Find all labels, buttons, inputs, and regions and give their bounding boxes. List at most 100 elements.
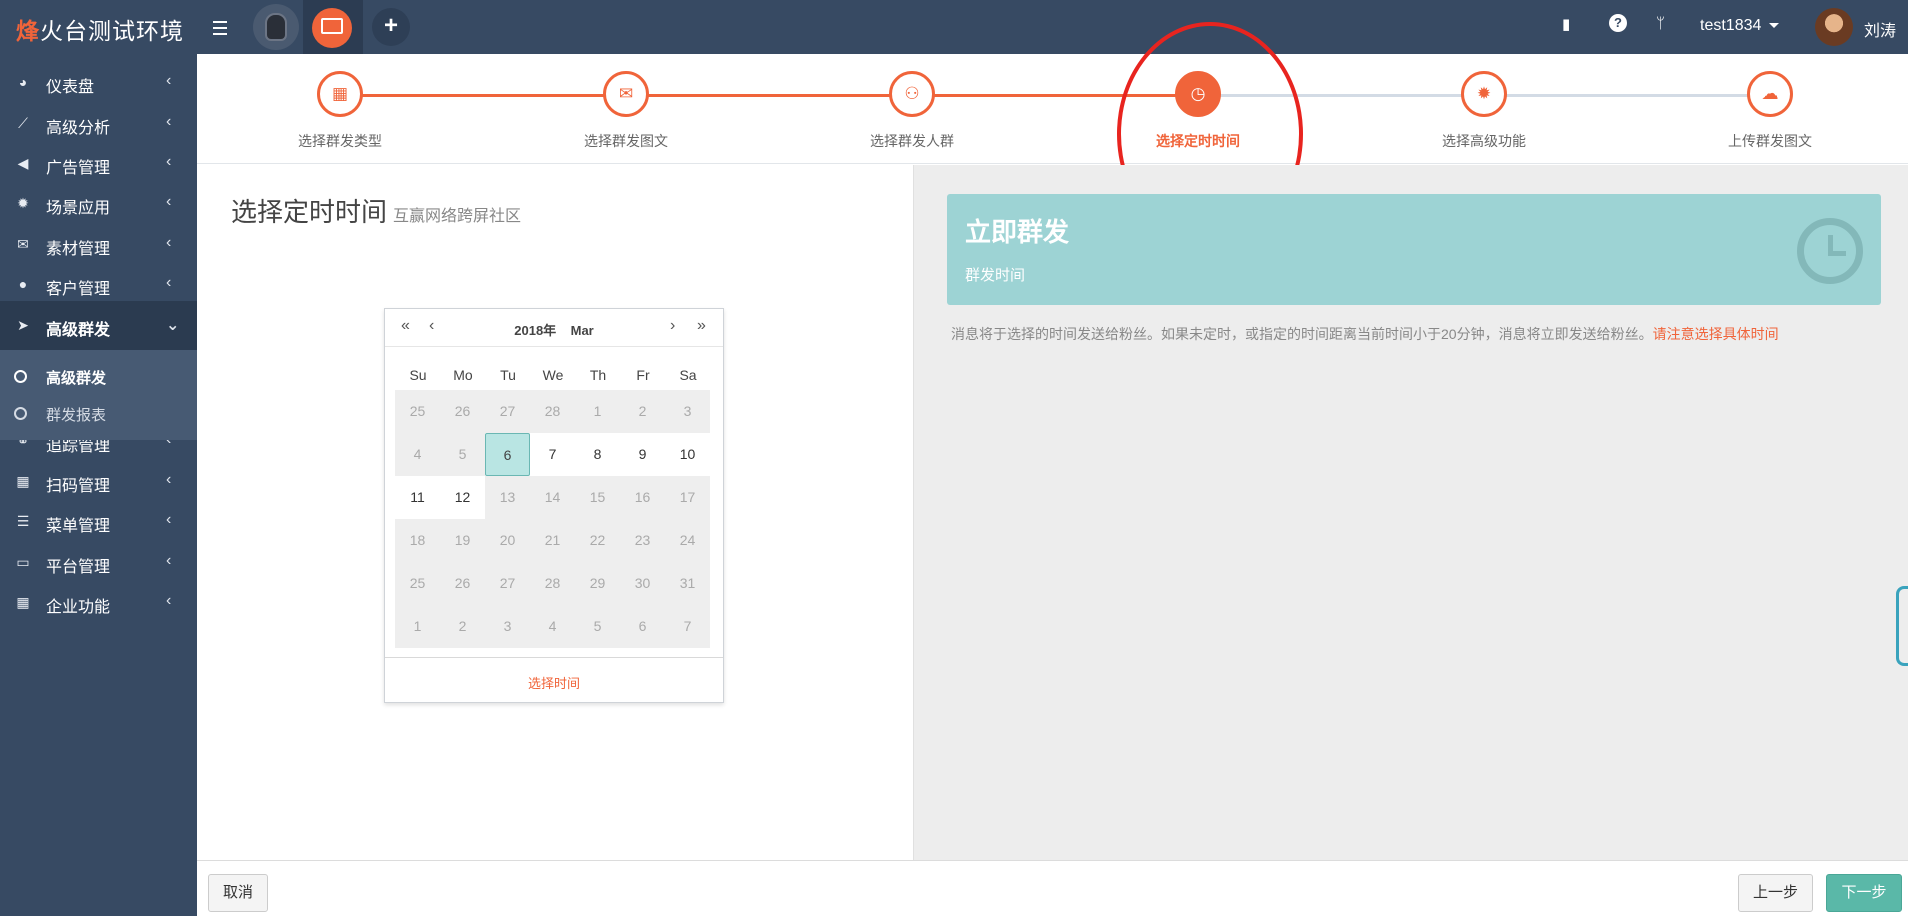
sidebar-item-label: 场景应用: [46, 200, 111, 217]
sidebar-subitem[interactable]: 高级群发: [0, 359, 197, 393]
mask-app-icon[interactable]: [253, 4, 299, 50]
datepicker-footer-divider: [385, 657, 723, 658]
wizard-step-circle: ✹: [1461, 71, 1507, 117]
sidebar-item[interactable]: ▦ 企业功能 ‹: [0, 578, 197, 627]
user-dropdown[interactable]: test1834: [1700, 17, 1780, 35]
cancel-button[interactable]: 取消: [208, 874, 268, 912]
menu-icon[interactable]: [208, 15, 232, 39]
gear-icon: ✹: [17, 195, 29, 211]
calendar-day[interactable]: 8: [575, 433, 620, 476]
list-icon: ☰: [16, 513, 30, 529]
avatar[interactable]: [1815, 8, 1853, 46]
caret-down-icon: [1769, 23, 1780, 29]
sidebar-item-label: 客户管理: [46, 281, 111, 298]
notice-warning: 请注意选择具体时间: [1652, 326, 1779, 342]
wizard-step-circle: ✉: [603, 71, 649, 117]
book-icon[interactable]: ▮: [1562, 15, 1570, 33]
help-icon[interactable]: ?: [1609, 14, 1627, 32]
calendar-day: 16: [620, 476, 665, 519]
wizard-step-label: 选择群发类型: [298, 133, 382, 149]
wizard-steps: ▦ 选择群发类型 ✉ 选择群发图文 ⚇ 选择群发人群 ◷ 选择定时时间 ✹ 选择高级功能 ☁ 上传群发…: [197, 54, 1908, 164]
plus-icon[interactable]: +: [372, 8, 410, 46]
calendar-day[interactable]: 7: [530, 433, 575, 476]
sidebar-item-label: 仪表盘: [46, 79, 95, 96]
calendar-day[interactable]: 12: [440, 476, 485, 519]
send-now-box: 立即群发 群发时间: [947, 194, 1881, 305]
branch-icon[interactable]: ᛘ: [1656, 15, 1665, 32]
calendar-day: 23: [620, 519, 665, 562]
selected-day[interactable]: 6: [485, 433, 530, 476]
sidebar-subitem[interactable]: 群发报表: [0, 396, 197, 430]
wizard-step[interactable]: ✉ 选择群发图文: [546, 71, 706, 151]
calendar-day: 7: [665, 605, 710, 648]
calendar-day: 3: [485, 605, 530, 648]
select-time-button[interactable]: 选择时间: [385, 673, 723, 692]
user-real-name[interactable]: 刘涛: [1864, 17, 1896, 41]
datepicker-divider: [385, 346, 723, 347]
cloud-upload-icon: ☁: [1761, 84, 1779, 103]
sidebar-item-label: 企业功能: [46, 599, 111, 616]
chevron-left-icon: ‹: [166, 471, 172, 488]
sidebar-item-label: 平台管理: [46, 559, 111, 576]
sidebar-item-label: 素材管理: [46, 241, 111, 258]
wizard-step-label: 选择群发人群: [870, 133, 954, 149]
calendar-day[interactable]: 9: [620, 433, 665, 476]
calendar-day: 15: [575, 476, 620, 519]
envelope-icon: ✉: [618, 84, 634, 103]
wizard-step-label: 上传群发图文: [1728, 133, 1812, 149]
sidebar-subitem-label: 高级群发: [46, 370, 107, 387]
calendar-day: 2: [440, 605, 485, 648]
chevron-left-icon: ‹: [166, 592, 172, 609]
calendar-day: 28: [530, 390, 575, 433]
previous-step-button[interactable]: 上一步: [1738, 874, 1813, 912]
side-scroll-handle[interactable]: [1896, 586, 1908, 666]
calendar-day[interactable]: 10: [665, 433, 710, 476]
calendar-day: 1: [395, 605, 440, 648]
weekday-header: Tu: [500, 367, 516, 383]
chevron-left-icon: ‹: [166, 234, 172, 251]
chevron-left-icon: ‹: [166, 72, 172, 89]
wizard-step-circle: ▦: [317, 71, 363, 117]
wizard-step-circle: ⚇: [889, 71, 935, 117]
datepicker-header: « ‹ 2018年 Mar › »: [385, 309, 723, 346]
send-time-label: 群发时间: [965, 267, 1026, 284]
datepicker: « ‹ 2018年 Mar › » 选择时间 Su Mo Tu We Th Fr Sa 25 2…: [384, 308, 724, 703]
schedule-notice: 消息将于选择的时间发送给粉丝。如果未定时，或指定的时间距离当前时间小于20分钟，…: [951, 324, 1876, 344]
envelope-icon: ✉: [17, 236, 29, 252]
calendar-day: 3: [665, 390, 710, 433]
calendar-day: 13: [485, 476, 530, 519]
wizard-step-circle: ☁: [1747, 71, 1793, 117]
next-year-button[interactable]: »: [697, 317, 706, 335]
brand-first-char: 烽: [16, 18, 40, 44]
calendar-day: 17: [665, 476, 710, 519]
wizard-step[interactable]: ▦ 选择群发类型: [260, 71, 420, 151]
calendar-day: 27: [485, 562, 530, 605]
calendar-day: 5: [440, 433, 485, 476]
users-icon: ⚇: [904, 84, 920, 103]
paper-plane-icon: ➤: [17, 317, 29, 333]
left-panel: 选择定时时间 互赢网络跨屏社区 « ‹ 2018年 Mar › » 选择时间 Su…: [197, 165, 913, 860]
wizard-step[interactable]: ☁ 上传群发图文: [1690, 71, 1850, 151]
brand-logo[interactable]: 烽火台测试环境: [16, 12, 184, 46]
brand-name: 火台测试环境: [40, 18, 184, 44]
calendar-day[interactable]: 11: [395, 476, 440, 519]
screen-app-tab[interactable]: [303, 0, 363, 54]
page-title: 选择定时时间 互赢网络跨屏社区: [231, 192, 521, 229]
calendar-day: 5: [575, 605, 620, 648]
calendar-day: 21: [530, 519, 575, 562]
wizard-step[interactable]: ⚇ 选择群发人群: [832, 71, 992, 151]
next-month-button[interactable]: ›: [670, 317, 675, 335]
calendar-day: 18: [395, 519, 440, 562]
send-now-title: 立即群发: [965, 217, 1070, 247]
chevron-left-icon: ‹: [166, 552, 172, 569]
username-label: test1834: [1700, 17, 1762, 34]
wizard-step[interactable]: ✹ 选择高级功能: [1404, 71, 1564, 151]
calendar-day: 25: [395, 390, 440, 433]
next-step-button[interactable]: 下一步: [1826, 874, 1902, 912]
sidebar-item[interactable]: ➤ 高级群发 ⌄: [0, 301, 197, 350]
weekday-header: Sa: [679, 367, 697, 383]
notice-text: 消息将于选择的时间发送给粉丝。如果未定时，或指定的时间距离当前时间小于20分钟，…: [951, 326, 1653, 342]
th-large-icon: ▦: [16, 594, 30, 610]
qrcode-icon: ▦: [16, 473, 30, 489]
sidebar-item-label: 菜单管理: [46, 518, 111, 535]
